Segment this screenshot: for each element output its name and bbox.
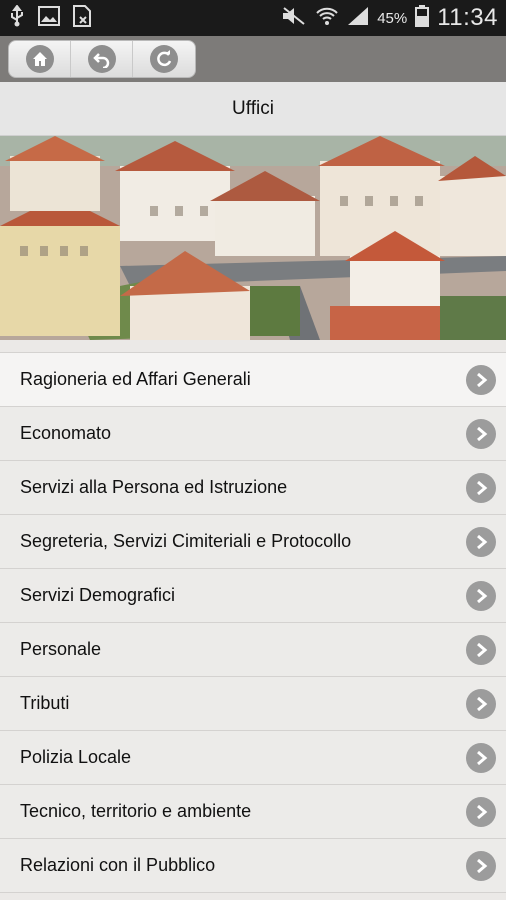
list-item[interactable]: Economato	[0, 407, 506, 461]
item-label: Tributi	[20, 693, 70, 713]
list-item[interactable]: Segreteria, Servizi Cimiteriali e Protoc…	[0, 515, 506, 569]
refresh-icon	[150, 45, 178, 73]
image-icon	[38, 5, 60, 31]
list-item[interactable]: Tecnico, territorio e ambiente	[0, 785, 506, 839]
list-item[interactable]: Relazioni con il Pubblico	[0, 839, 506, 893]
item-label: Servizi Demografici	[20, 585, 176, 605]
home-button[interactable]	[9, 41, 71, 77]
list-item[interactable]: Personale	[0, 623, 506, 677]
item-label: Segreteria, Servizi Cimiteriali e Protoc…	[20, 531, 352, 551]
list-item[interactable]: Servizi alla Persona ed Istruzione	[0, 461, 506, 515]
signal-icon	[347, 6, 369, 31]
wifi-icon	[315, 6, 339, 31]
item-label: Polizia Locale	[20, 747, 132, 767]
toolbar	[0, 36, 506, 82]
battery-icon	[415, 4, 430, 32]
list-item[interactable]: Servizi Demografici	[0, 569, 506, 623]
clock: 11:34	[437, 4, 498, 31]
chevron-right-icon	[466, 472, 496, 503]
office-list: Ragioneria ed Affari Generali Economato …	[0, 352, 506, 893]
item-label: Personale	[20, 639, 102, 659]
page-title: Uffici	[0, 82, 506, 136]
chevron-right-icon	[466, 364, 496, 395]
list-item[interactable]: Ragioneria ed Affari Generali	[0, 353, 506, 407]
list-item[interactable]: Polizia Locale	[0, 731, 506, 785]
nav-button-group	[8, 40, 196, 78]
chevron-right-icon	[466, 742, 496, 773]
chevron-right-icon	[466, 850, 496, 881]
status-bar: 45% 11:34	[0, 0, 506, 36]
undo-icon	[87, 45, 116, 73]
item-label: Economato	[20, 423, 112, 443]
item-label: Relazioni con il Pubblico	[20, 855, 216, 875]
back-button[interactable]	[71, 41, 133, 77]
battery-percent: 45%	[377, 9, 408, 27]
item-label: Servizi alla Persona ed Istruzione	[20, 477, 288, 497]
chevron-right-icon	[466, 634, 496, 665]
item-label: Tecnico, territorio e ambiente	[20, 801, 252, 821]
chevron-right-icon	[466, 796, 496, 827]
mute-icon	[281, 6, 307, 31]
home-icon	[25, 45, 54, 73]
refresh-button[interactable]	[133, 41, 195, 77]
file-blocked-icon	[72, 4, 92, 32]
chevron-right-icon	[466, 526, 496, 557]
list-item[interactable]: Tributi	[0, 677, 506, 731]
usb-icon	[8, 3, 26, 32]
chevron-right-icon	[466, 688, 496, 719]
chevron-right-icon	[466, 580, 496, 611]
chevron-right-icon	[466, 418, 496, 449]
item-label: Ragioneria ed Affari Generali	[20, 369, 251, 389]
town-aerial-photo	[0, 136, 506, 340]
